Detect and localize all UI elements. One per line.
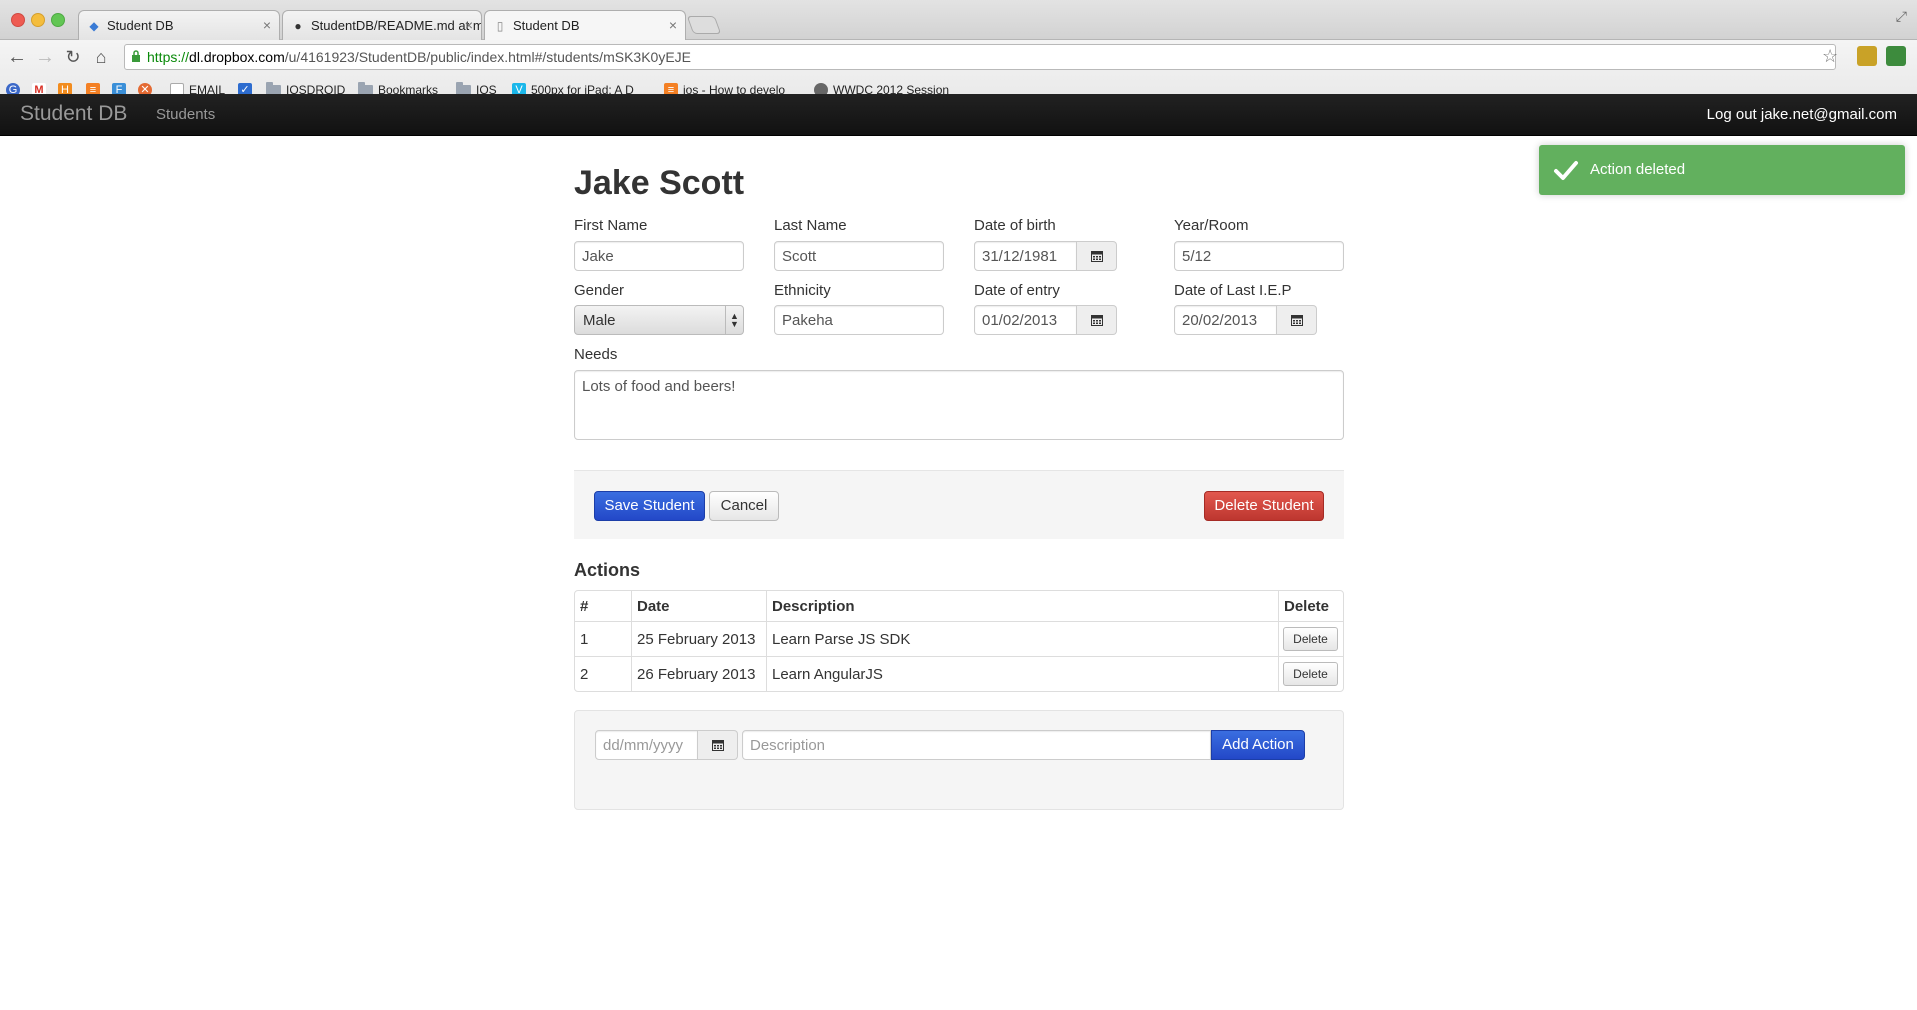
calendar-icon [1090, 251, 1103, 262]
tab-title: Student DB [513, 18, 580, 33]
logout-link[interactable]: Log out jake.net@gmail.com [1707, 106, 1897, 123]
table-row: 2 26 February 2013 Learn AngularJS Delet… [575, 656, 1343, 691]
window-zoom-button[interactable] [51, 13, 65, 27]
gender-select[interactable]: Male ▲ ▼ [574, 305, 744, 335]
bookmark-star-icon[interactable]: ☆ [1822, 46, 1838, 67]
new-tab-button[interactable] [686, 16, 722, 34]
app-navbar: Student DB Students Log out jake.net@gma… [0, 94, 1917, 136]
new-action-description-input[interactable]: Description [742, 730, 1211, 760]
new-action-calendar-button[interactable] [698, 730, 738, 760]
column-header: # [580, 597, 589, 615]
angular-icon: ◆ [89, 19, 99, 33]
window-minimize-button[interactable] [31, 13, 45, 27]
cancel-button[interactable]: Cancel [709, 491, 779, 521]
home-icon[interactable]: ⌂ [90, 46, 112, 68]
page-icon: ▯ [496, 19, 504, 33]
new-action-date-input[interactable]: dd/mm/yyyy [595, 730, 698, 760]
column-header: Delete [1278, 591, 1343, 621]
tab-title: StudentDB/README.md at m [311, 18, 482, 33]
gender-label: Gender [574, 282, 625, 299]
date-last-iep-calendar-button[interactable] [1277, 305, 1317, 335]
action-delete-cell: Delete [1278, 621, 1343, 656]
date-last-iep-label: Date of Last I.E.P [1174, 282, 1292, 299]
action-delete-cell: Delete [1278, 656, 1343, 691]
window-close-button[interactable] [11, 13, 25, 27]
delete-action-button[interactable]: Delete [1283, 662, 1338, 686]
select-arrows-icon: ▲ ▼ [725, 306, 743, 334]
delete-student-button[interactable]: Delete Student [1204, 491, 1324, 521]
calendar-icon [1090, 315, 1103, 326]
browser-tab-1[interactable]: ◆ Student DB × [78, 10, 280, 40]
actions-heading: Actions [574, 560, 641, 580]
last-name-input[interactable]: Scott [774, 241, 944, 271]
date-of-entry-calendar-button[interactable] [1077, 305, 1117, 335]
browser-tab-2[interactable]: ● StudentDB/README.md at m × [282, 10, 482, 40]
calendar-icon [1290, 315, 1303, 326]
needs-textarea[interactable]: Lots of food and beers! [574, 370, 1344, 440]
save-student-button[interactable]: Save Student [594, 491, 705, 521]
toast-message: Action deleted [1590, 161, 1686, 178]
tab-close-icon[interactable]: × [669, 17, 677, 33]
toast-notification[interactable]: Action deleted [1539, 145, 1905, 195]
date-of-entry-label: Date of entry [974, 282, 1060, 299]
url-host: dl.dropbox.com [189, 49, 285, 65]
action-description: Learn AngularJS [766, 656, 1278, 691]
dob-calendar-button[interactable] [1077, 241, 1117, 271]
first-name-label: First Name [574, 217, 648, 234]
add-action-well: dd/mm/yyyy Description Add Action [574, 710, 1344, 810]
column-header: Date [631, 591, 766, 621]
year-room-label: Year/Room [1174, 217, 1249, 234]
reload-icon[interactable]: ↻ [62, 46, 84, 68]
github-icon: ● [294, 19, 302, 33]
first-name-input[interactable]: Jake [574, 241, 744, 271]
tab-close-icon[interactable]: × [263, 17, 271, 33]
delete-action-button[interactable]: Delete [1283, 627, 1338, 651]
ethnicity-label: Ethnicity [774, 282, 831, 299]
gender-selected-value: Male [583, 312, 616, 329]
extension-icon[interactable] [1857, 46, 1877, 66]
calendar-icon [711, 740, 724, 751]
nav-students-link[interactable]: Students [156, 106, 215, 123]
actions-table: # Date Description Delete 1 25 February … [574, 590, 1344, 692]
add-action-button[interactable]: Add Action [1211, 730, 1305, 760]
year-room-input[interactable]: 5/12 [1174, 241, 1344, 271]
back-icon[interactable]: ← [6, 46, 28, 68]
fullscreen-icon[interactable]: ⤢ [1896, 8, 1907, 25]
browser-tab-strip: ◆ Student DB × ● StudentDB/README.md at … [0, 0, 1917, 40]
action-description: Learn Parse JS SDK [766, 621, 1278, 656]
url-scheme: https:// [147, 49, 190, 65]
forward-icon[interactable]: → [34, 46, 56, 68]
browser-tab-3[interactable]: ▯ Student DB × [484, 10, 686, 40]
dob-input[interactable]: 31/12/1981 [974, 241, 1077, 271]
tab-title: Student DB [107, 18, 174, 33]
extension-icon[interactable] [1886, 46, 1906, 66]
table-header-row: # Date Description Delete [575, 591, 1343, 621]
tab-close-icon[interactable]: × [465, 17, 473, 33]
brand-link[interactable]: Student DB [20, 102, 127, 126]
date-of-entry-input[interactable]: 01/02/2013 [974, 305, 1077, 335]
form-actions-bar: Save Student Cancel Delete Student [574, 470, 1344, 539]
date-last-iep-input[interactable]: 20/02/2013 [1174, 305, 1277, 335]
table-row: 1 25 February 2013 Learn Parse JS SDK De… [575, 621, 1343, 656]
needs-label: Needs [574, 346, 618, 363]
dob-label: Date of birth [974, 217, 1056, 234]
last-name-label: Last Name [774, 217, 847, 234]
check-icon [1554, 161, 1578, 180]
lock-icon [132, 50, 140, 62]
action-date: 25 February 2013 [631, 621, 766, 656]
action-date: 26 February 2013 [631, 656, 766, 691]
action-number: 1 [575, 621, 631, 656]
action-number: 2 [575, 656, 631, 691]
address-bar[interactable]: https://dl.dropbox.com/u/4161923/Student… [124, 44, 1836, 70]
url-path: /u/4161923/StudentDB/public/index.html#/… [284, 49, 691, 65]
page-title: Jake Scott [574, 164, 745, 202]
ethnicity-input[interactable]: Pakeha [774, 305, 944, 335]
column-header: Description [766, 591, 1278, 621]
